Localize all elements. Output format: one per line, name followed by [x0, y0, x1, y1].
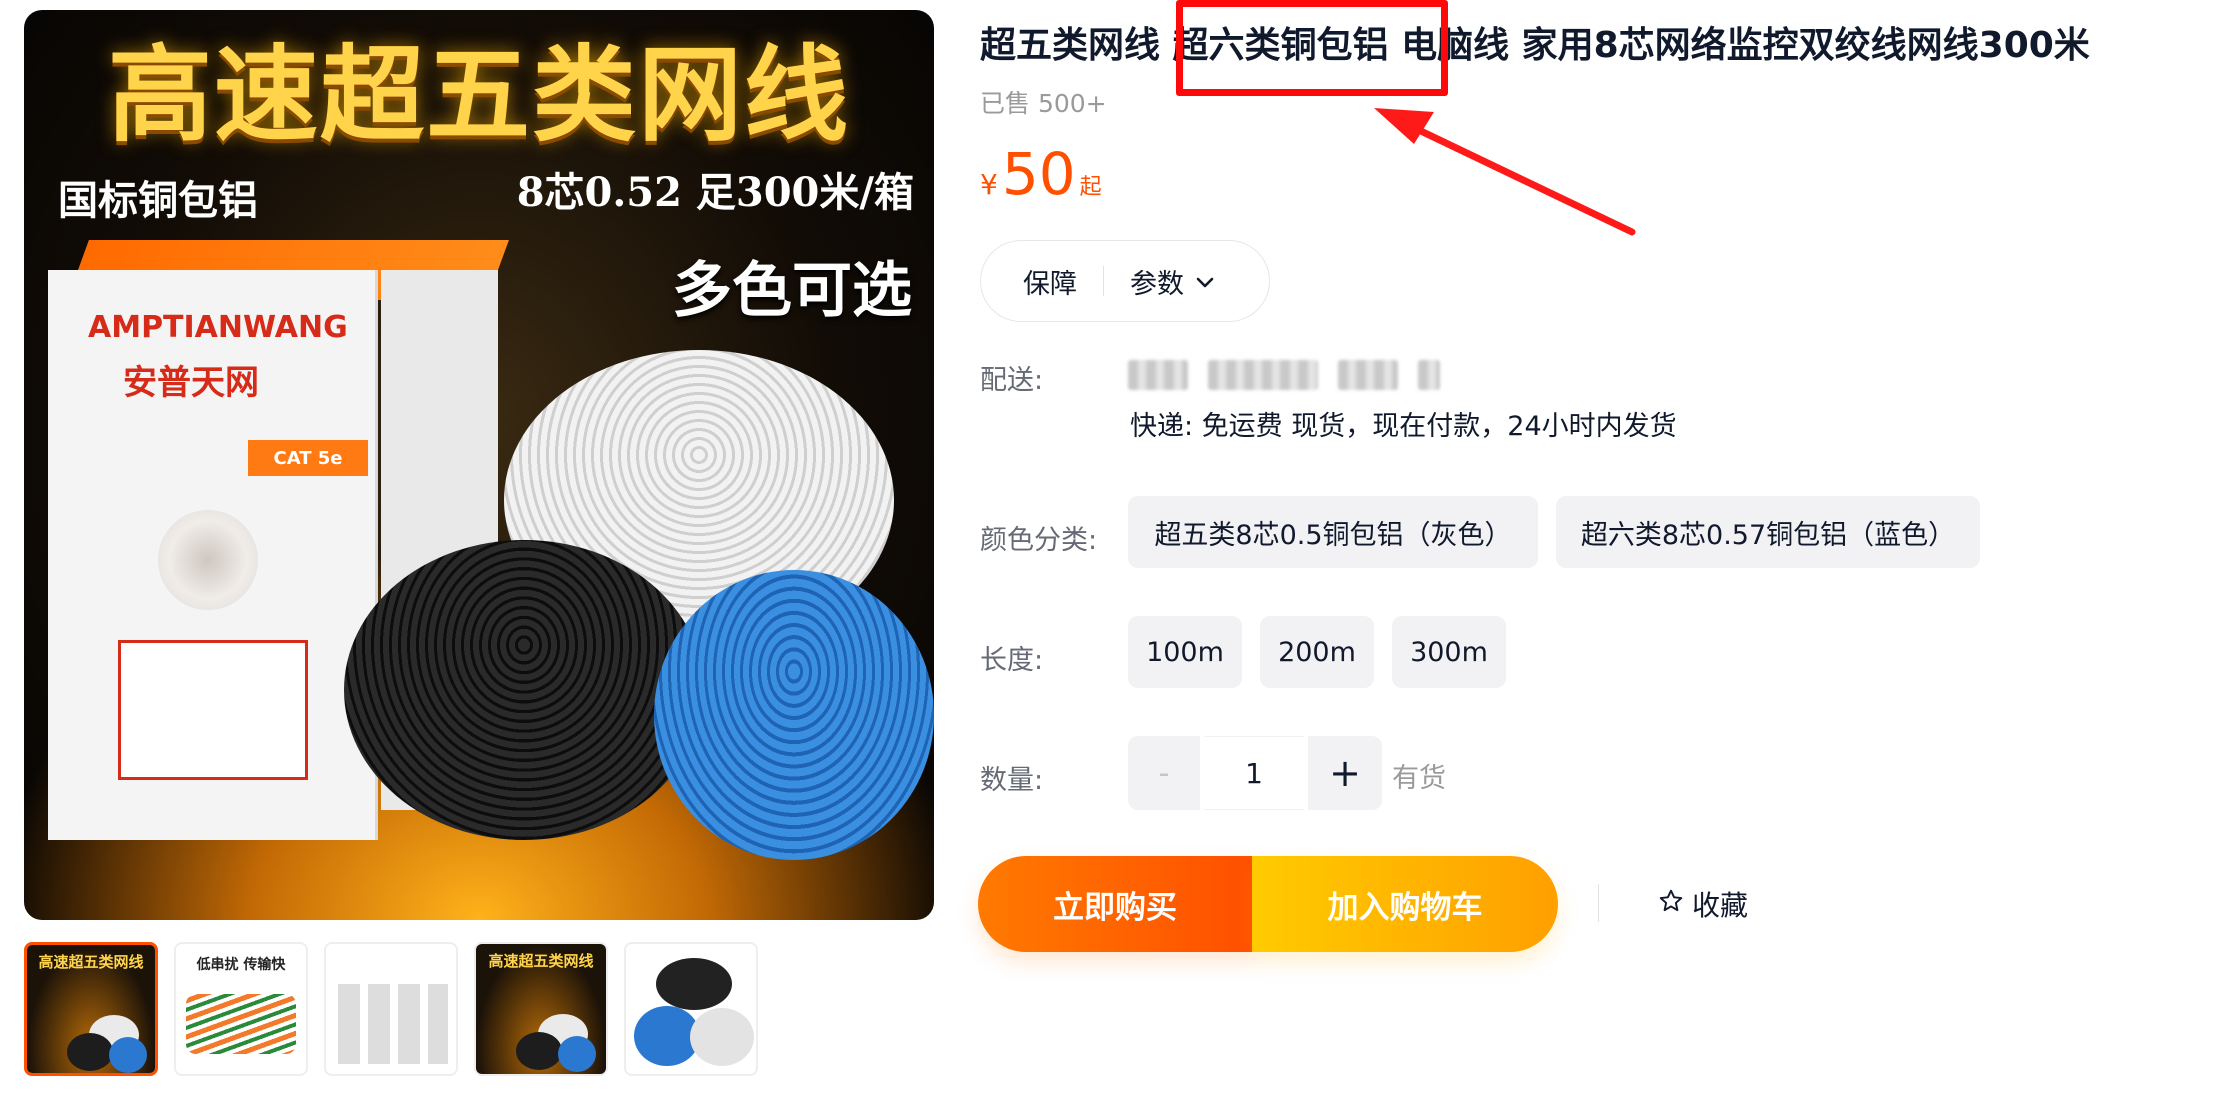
shipping-address-redacted: [1128, 360, 1440, 390]
price-symbol: ¥: [980, 168, 998, 201]
black-cable-coil: [344, 540, 704, 840]
favorite-button[interactable]: 收藏: [1658, 884, 1748, 924]
thumbnail-1[interactable]: 高速超五类网线: [24, 942, 158, 1076]
thumbnail-5-coil-white: [690, 1008, 754, 1066]
redacted-block: [1208, 360, 1318, 390]
annotation-arrow: [1374, 108, 1636, 236]
thumbnail-4[interactable]: 高速超五类网线: [474, 942, 608, 1076]
color-option-blue[interactable]: 超六类8芯0.57铜包铝（蓝色）: [1556, 496, 1980, 568]
box-cable-hole: [158, 510, 258, 610]
thumbnail-4-coil-black: [516, 1032, 562, 1070]
box-brand-cn: 安普天网: [123, 363, 259, 403]
image-banner-title: 高速超五类网线: [107, 32, 850, 156]
length-option-100m[interactable]: 100m: [1128, 616, 1242, 688]
thumbnail-2-wires: [186, 994, 296, 1054]
redacted-block: [1128, 360, 1188, 390]
price: ¥ 50 起: [980, 140, 1102, 208]
price-suffix: 起: [1079, 175, 1102, 200]
quantity-input[interactable]: 1: [1204, 736, 1304, 810]
sold-count: 已售 500+: [980, 89, 1107, 118]
chevron-down-icon[interactable]: [1196, 267, 1214, 295]
thumbnail-2[interactable]: 低串扰 传输快: [174, 942, 308, 1076]
thumbnail-1-title: 高速超五类网线: [38, 953, 144, 971]
favorite-divider: [1598, 884, 1599, 922]
redacted-block: [1418, 360, 1440, 390]
add-to-cart-button[interactable]: 加入购物车: [1252, 856, 1558, 952]
thumbnail-strip: 高速超五类网线 低串扰 传输快 高速超五类网线: [24, 942, 758, 1076]
box-certificate: [118, 640, 308, 780]
favorite-label: 收藏: [1692, 889, 1749, 922]
buy-now-button[interactable]: 立即购买: [978, 856, 1252, 952]
thumbnail-1-coil-black: [67, 1033, 113, 1071]
shipping-info: 快递: 免运费 现货，现在付款，24小时内发货: [1130, 411, 1677, 442]
color-option-gray[interactable]: 超五类8芯0.5铜包铝（灰色）: [1128, 496, 1538, 568]
thumbnail-2-title: 低串扰 传输快: [196, 957, 286, 973]
image-tag-left: 国标铜包铝: [58, 177, 258, 224]
thumbnail-3[interactable]: [324, 942, 458, 1076]
guarantee-button[interactable]: 保障: [1023, 262, 1077, 301]
thumbnail-5-coil-black: [656, 958, 732, 1010]
length-label: 长度:: [980, 645, 1044, 676]
thumbnail-5[interactable]: [624, 942, 758, 1076]
image-tag-right: 8芯0.52 足300米/箱: [516, 169, 914, 216]
stock-status: 有货: [1392, 763, 1446, 794]
shipping-label: 配送:: [980, 365, 1044, 396]
redacted-block: [1338, 360, 1398, 390]
price-value: 50: [1001, 140, 1076, 208]
box-cat-badge: CAT 5e: [248, 440, 368, 476]
annotation-highlight-box: [1176, 0, 1448, 96]
thumbnail-4-title: 高速超五类网线: [488, 952, 594, 970]
guarantee-divider: [1103, 266, 1104, 296]
star-icon: [1658, 888, 1684, 921]
guarantee-params-pill: 保障 参数: [980, 240, 1270, 322]
blue-cable-coil: [654, 570, 934, 860]
image-multi-color: 多色可选: [672, 256, 912, 326]
product-title: 超五类网线 超六类铜包铝 电脑线 家用8芯网络监控双绞线网线300米: [980, 25, 2090, 66]
thumbnail-4-coil-blue: [558, 1036, 596, 1072]
box-brand: AMPTIANWANG: [88, 310, 348, 345]
thumbnail-3-scenes: [338, 984, 448, 1064]
image-banner: 高速超五类网线: [24, 10, 934, 160]
length-option-300m[interactable]: 300m: [1392, 616, 1506, 688]
quantity-increase-button[interactable]: +: [1308, 736, 1382, 810]
length-option-200m[interactable]: 200m: [1260, 616, 1374, 688]
quantity-decrease-button[interactable]: -: [1128, 736, 1200, 810]
params-button[interactable]: 参数: [1130, 262, 1184, 301]
quantity-label: 数量:: [980, 765, 1044, 796]
main-product-image[interactable]: 高速超五类网线 国标铜包铝 8芯0.52 足300米/箱 多色可选 AMPTIA…: [24, 10, 934, 920]
color-label: 颜色分类:: [980, 525, 1098, 556]
thumbnail-1-coil-blue: [109, 1037, 147, 1073]
